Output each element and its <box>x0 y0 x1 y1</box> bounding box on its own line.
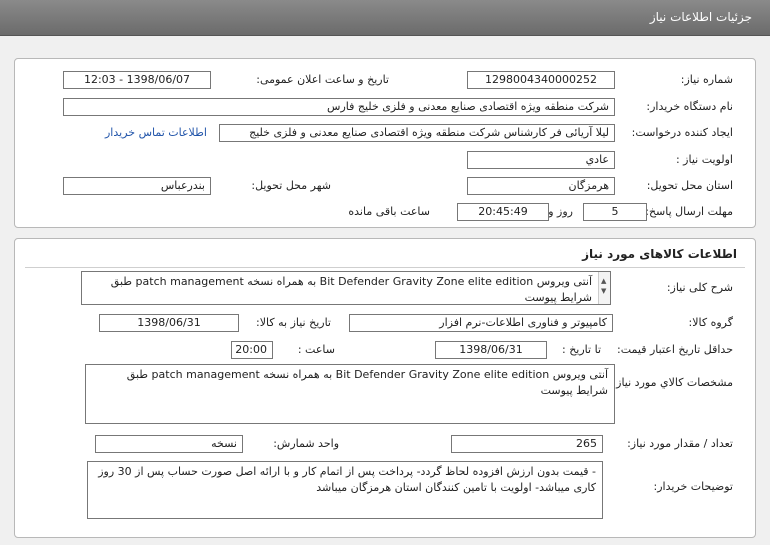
remaining-word: ساعت باقی مانده <box>348 205 430 218</box>
page-title: جزئیات اطلاعات نیاز <box>649 10 752 24</box>
notes-label: توضیحات خریدار: <box>653 480 734 493</box>
page-header: جزئیات اطلاعات نیاز <box>0 0 770 36</box>
need-number-label: شماره نیاز: <box>680 73 733 86</box>
general-desc-text: آنتی ویروس Bit Defender Gravity Zone eli… <box>110 275 592 304</box>
deadline-days-field: 5 <box>583 203 647 221</box>
qty-label: تعداد / مقدار مورد نیاز: <box>627 437 733 450</box>
need-number-field: 1298004340000252 <box>467 71 615 89</box>
province-label: استان محل تحویل: <box>646 179 733 192</box>
min-price-label: حداقل تاریخ اعتبار قیمت: <box>617 343 733 356</box>
group-field: کامپیوتر و فناوری اطلاعات-نرم افزار <box>349 314 613 332</box>
unit-field: نسخه <box>95 435 243 453</box>
spec-label: مشخصات کالاي مورد نیاز: <box>612 376 733 389</box>
priority-label: اولویت نیاز : <box>675 153 733 166</box>
need-date-label: تاریخ نیاز به کالا: <box>256 316 331 329</box>
hour-label: ساعت : <box>297 343 335 356</box>
scroll-down-icon[interactable]: ▼ <box>601 283 606 299</box>
priority-field: عادي <box>467 151 615 169</box>
qty-field: 265 <box>451 435 603 453</box>
general-desc-label: شرح کلی نیاز: <box>666 281 733 294</box>
city-label: شهر محل تحویل: <box>251 179 331 192</box>
section-divider <box>25 267 745 268</box>
buyer-field: شرکت منطقه ویژه اقتصادی صنایع معدنی و فل… <box>63 98 615 116</box>
need-date-field: 1398/06/31 <box>99 314 239 332</box>
days-word: روز و <box>548 205 573 218</box>
deadline-label: مهلت ارسال پاسخ: <box>645 205 733 218</box>
notes-box: - قیمت بدون ارزش افزوده لحاظ گردد- پرداخ… <box>87 461 603 519</box>
creator-label: ایجاد کننده درخواست: <box>631 126 733 139</box>
province-field: هرمزگان <box>467 177 615 195</box>
city-field: بندرعباس <box>63 177 211 195</box>
buyer-label: نام دستگاه خریدار: <box>646 100 733 113</box>
group-label: گروه کالا: <box>688 316 733 329</box>
hour-field: 20:00 <box>231 341 273 359</box>
announce-field: 1398/06/07 - 12:03 <box>63 71 211 89</box>
general-desc-box: ▲ ▼ آنتی ویروس Bit Defender Gravity Zone… <box>81 271 611 305</box>
scrollbar[interactable]: ▲ ▼ <box>598 272 610 304</box>
need-info-panel: شماره نیاز: 1298004340000252 تاریخ و ساع… <box>14 58 756 228</box>
goods-info-panel: اطلاعات کالاهای مورد نیاز شرح کلی نیاز: … <box>14 238 756 538</box>
creator-field: لیلا آریائی فر کارشناس شرکت منطقه ویژه ا… <box>219 124 615 142</box>
spec-box: آنتی ویروس Bit Defender Gravity Zone eli… <box>85 364 615 424</box>
unit-label: واحد شمارش: <box>273 437 339 450</box>
buyer-contact-link[interactable]: اطلاعات تماس خریدار <box>105 126 207 139</box>
announce-label: تاریخ و ساعت اعلان عمومی: <box>256 73 389 86</box>
goods-section-title: اطلاعات کالاهای مورد نیاز <box>582 247 737 261</box>
deadline-time-field: 20:45:49 <box>457 203 549 221</box>
until-label: تا تاریخ : <box>562 343 601 356</box>
until-date-field: 1398/06/31 <box>435 341 547 359</box>
